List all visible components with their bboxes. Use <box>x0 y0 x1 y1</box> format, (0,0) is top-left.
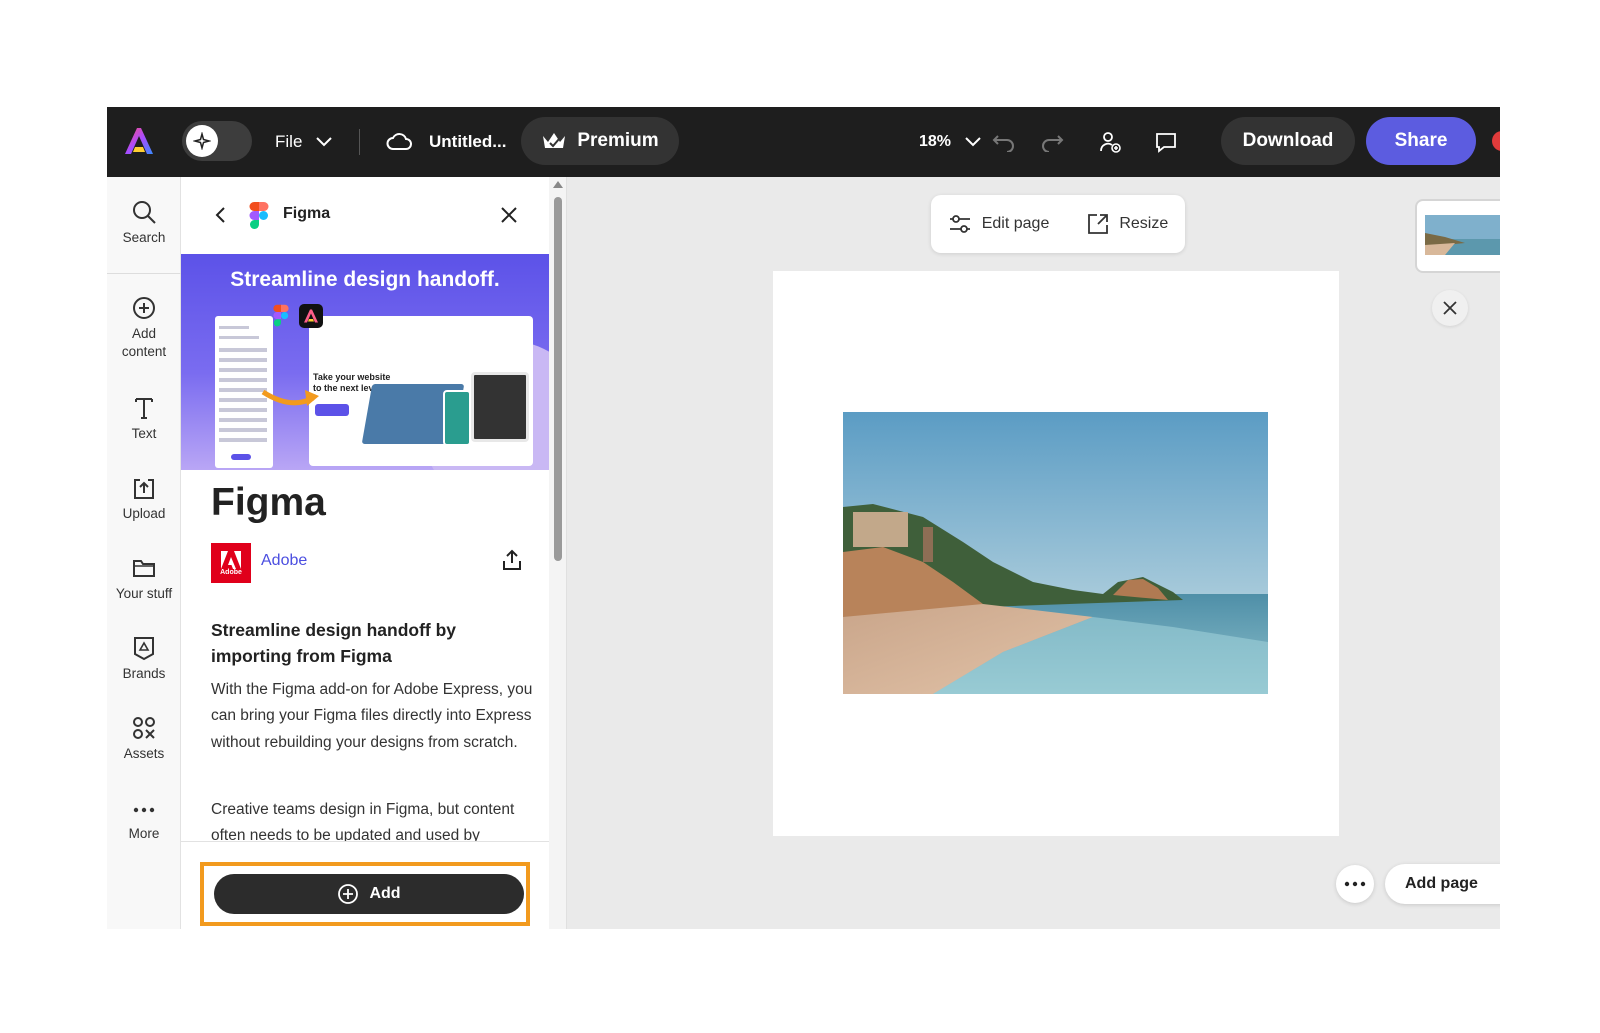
edit-page-label: Edit page <box>981 215 1050 232</box>
premium-button[interactable]: Premium <box>521 117 679 165</box>
page-toolbar: Edit page Resize <box>931 195 1185 253</box>
comment-icon[interactable] <box>1153 129 1179 155</box>
page-thumbnail[interactable] <box>1415 199 1500 273</box>
invite-user-icon[interactable] <box>1097 129 1123 155</box>
sliders-icon <box>949 215 970 233</box>
figma-logo-icon <box>249 202 269 229</box>
scroll-up-arrow[interactable] <box>553 181 563 188</box>
crown-icon <box>543 133 566 148</box>
cloud-icon[interactable] <box>385 129 413 153</box>
publisher-link[interactable]: Adobe <box>261 552 307 570</box>
top-bar: File Untitled... Premium 18% Download Sh… <box>107 107 1500 177</box>
rail-label: More <box>128 826 160 841</box>
avatar[interactable] <box>1492 131 1500 151</box>
brands-icon <box>134 637 154 661</box>
rail-item-upload[interactable]: Upload <box>107 475 181 523</box>
folder-icon <box>133 560 155 577</box>
more-icon <box>1344 881 1366 887</box>
file-menu[interactable]: File <box>275 107 333 177</box>
add-circle-icon <box>338 884 359 904</box>
rail-item-add-content[interactable]: Add content <box>107 295 181 361</box>
file-menu-label: File <box>275 132 303 151</box>
adobe-logo-icon: Adobe <box>211 543 251 583</box>
share-button[interactable]: Share <box>1366 117 1476 165</box>
rail-label: Your stuff <box>115 586 173 601</box>
banner-phone <box>443 390 471 446</box>
download-button[interactable]: Download <box>1221 117 1355 165</box>
generate-toggle[interactable] <box>182 121 252 161</box>
zoom-control[interactable]: 18% <box>919 107 981 177</box>
rail-item-brands[interactable]: Brands <box>107 635 181 683</box>
close-panel-button[interactable] <box>1432 290 1468 326</box>
upload-icon <box>134 479 154 499</box>
assets-icon <box>133 717 155 739</box>
banner-monitor <box>471 372 529 442</box>
zoom-level: 18% <box>919 133 952 150</box>
scroll-thumb[interactable] <box>554 197 562 561</box>
more-icon <box>133 807 155 813</box>
description-body: With the Figma add-on for Adobe Express,… <box>211 681 533 751</box>
addon-banner: Streamline design handoff. Take your web… <box>181 254 549 470</box>
add-circle-icon <box>133 297 155 319</box>
banner-logos <box>273 304 323 328</box>
redo-icon[interactable] <box>1039 129 1065 155</box>
thumbnail-image <box>1425 215 1500 255</box>
panel-title: Figma <box>283 205 331 222</box>
undo-icon[interactable] <box>991 129 1017 155</box>
more-options-button[interactable] <box>1336 865 1374 903</box>
text-icon <box>135 398 153 419</box>
figma-logo-icon <box>273 304 289 327</box>
add-button[interactable]: Add <box>214 874 524 914</box>
panel-header: Figma <box>181 177 549 253</box>
rail-label: Upload <box>122 506 166 521</box>
rail-item-assets[interactable]: Assets <box>107 715 181 763</box>
divider <box>107 273 181 274</box>
highlight-outline: Add <box>200 862 530 926</box>
rail-label: Brands <box>122 666 166 681</box>
add-page-button[interactable]: Add page <box>1385 864 1500 904</box>
rail-label: Text <box>131 426 157 441</box>
adobe-express-logo <box>299 304 323 328</box>
left-rail: Search Add content Text Upload Your stuf… <box>107 177 181 929</box>
adobe-express-logo[interactable] <box>123 125 155 157</box>
canvas-page[interactable] <box>773 271 1339 836</box>
premium-label: Premium <box>577 130 659 151</box>
publisher-logo-text: Adobe <box>220 568 242 576</box>
sparkle-icon <box>186 125 218 157</box>
arrow-icon <box>261 389 319 406</box>
resize-icon <box>1088 214 1109 234</box>
addon-name: Figma <box>211 481 326 524</box>
rail-item-your-stuff[interactable]: Your stuff <box>107 555 181 603</box>
share-icon[interactable] <box>501 549 523 571</box>
panel-footer: Add <box>181 841 549 929</box>
rail-label: Add content <box>121 326 167 360</box>
chevron-down-icon <box>316 137 333 147</box>
add-button-label: Add <box>369 885 401 902</box>
divider <box>359 129 360 155</box>
scrollbar[interactable] <box>549 177 566 929</box>
description-heading: Streamline design handoff by importing f… <box>211 620 457 667</box>
search-icon <box>133 201 156 224</box>
document-title[interactable]: Untitled... <box>429 107 506 177</box>
close-icon[interactable] <box>499 205 519 225</box>
beach-photo[interactable] <box>843 412 1268 694</box>
resize-label: Resize <box>1119 215 1169 232</box>
rail-item-search[interactable]: Search <box>107 199 181 247</box>
chevron-left-icon[interactable] <box>211 205 231 225</box>
rail-label: Assets <box>123 746 165 761</box>
rail-label: Search <box>122 230 166 245</box>
close-icon <box>1443 301 1457 315</box>
rail-item-text[interactable]: Text <box>107 395 181 443</box>
addon-panel: Figma Streamline design handoff. Take yo… <box>181 177 567 929</box>
edit-page-button[interactable]: Edit page <box>948 214 1050 234</box>
banner-headline: Streamline design handoff. <box>230 268 500 291</box>
chevron-down-icon <box>965 137 981 147</box>
resize-button[interactable]: Resize <box>1087 213 1168 235</box>
rail-item-more[interactable]: More <box>107 799 181 843</box>
app-window: File Untitled... Premium 18% Download Sh… <box>107 107 1500 929</box>
